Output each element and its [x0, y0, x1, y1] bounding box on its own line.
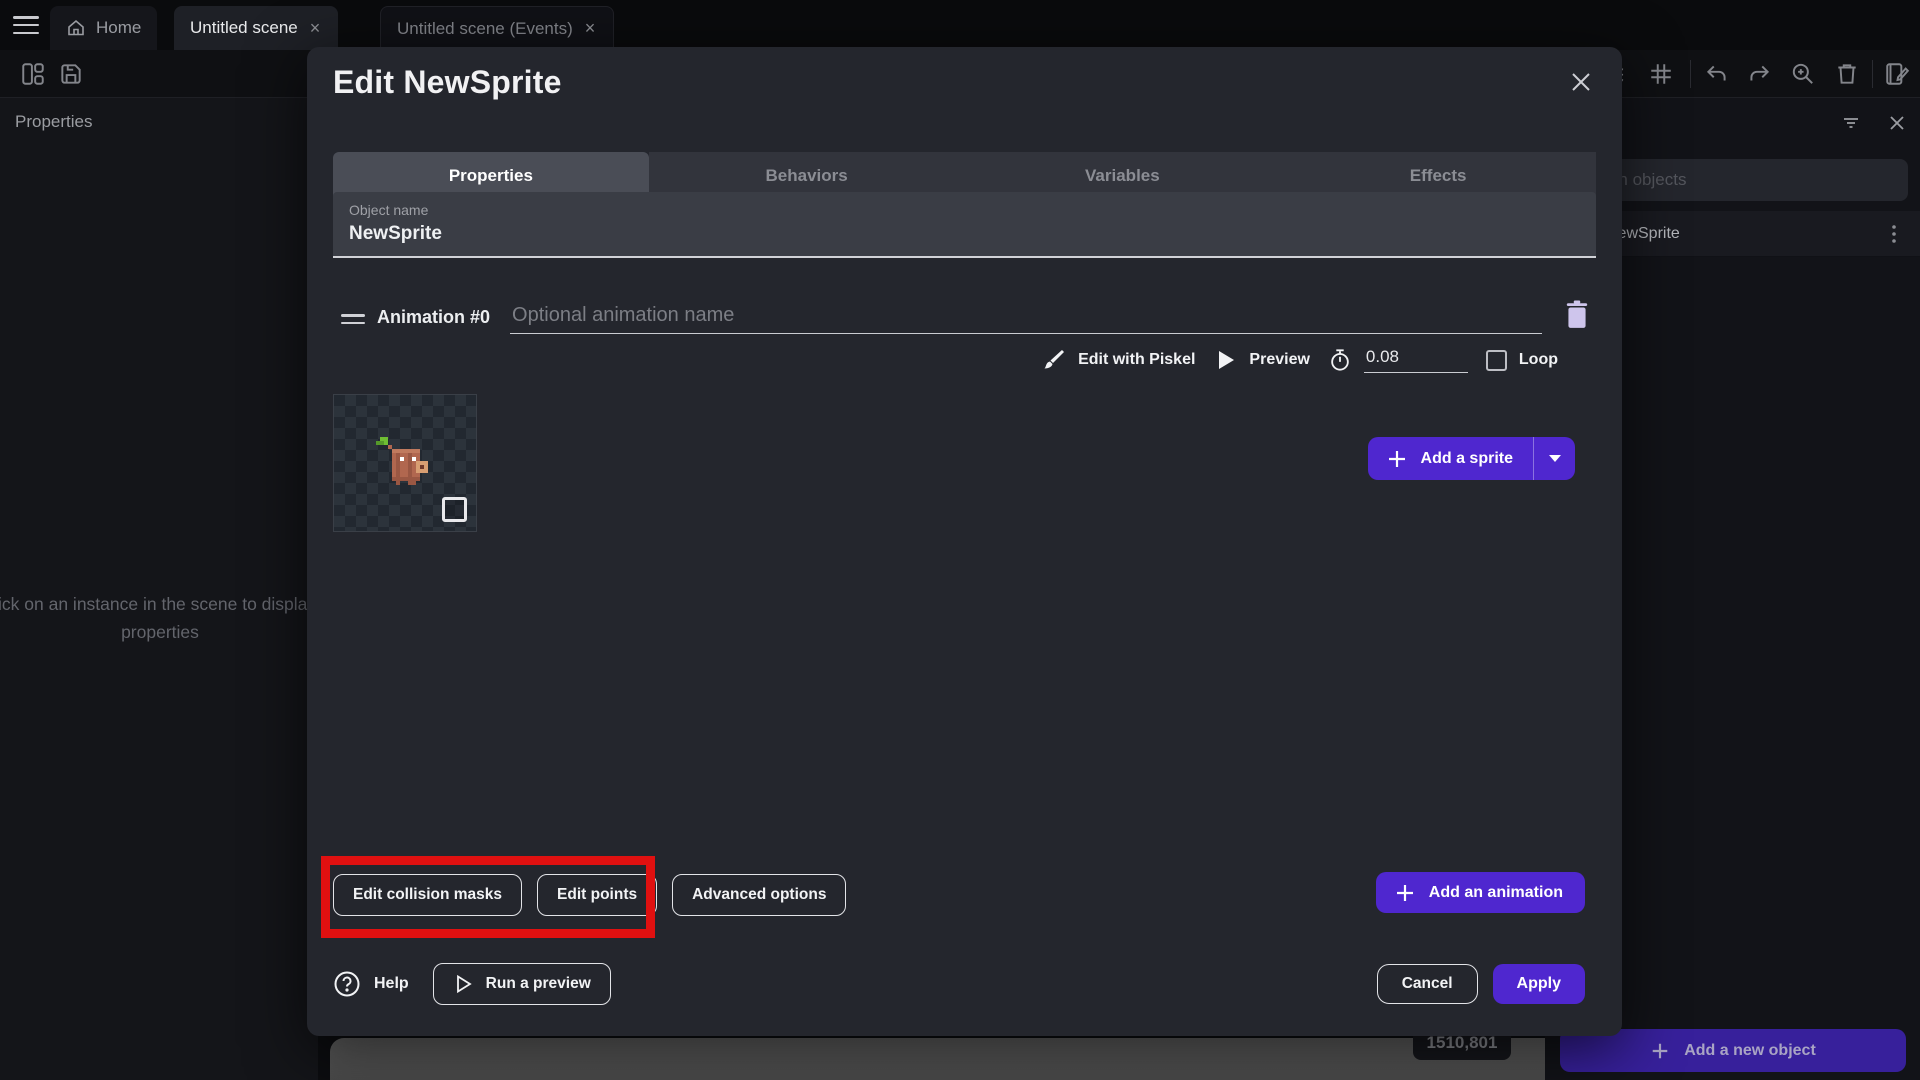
- tab-properties-label: Properties: [448, 166, 533, 185]
- add-new-object-label: Add a new object: [1684, 1041, 1816, 1059]
- edit-with-piskel-button[interactable]: Edit with Piskel: [1042, 348, 1195, 372]
- toolbar-divider: [1872, 60, 1873, 88]
- play-outline-icon: [456, 974, 472, 994]
- sprite-edit-actions: Edit collision masks Edit points Advance…: [333, 874, 847, 916]
- gdevelop-app: Home Untitled scene × Untitled scene (Ev…: [0, 0, 1920, 1080]
- plus-icon: [1652, 1043, 1668, 1058]
- animation-label: Animation #0: [377, 307, 491, 327]
- object-menu-icon[interactable]: [1884, 223, 1904, 245]
- chevron-down-icon: [1548, 455, 1561, 462]
- tab-variables-label: Variables: [1085, 166, 1160, 185]
- frame-duration-input[interactable]: [1363, 347, 1468, 373]
- time-between-frames: [1328, 347, 1468, 373]
- loop-label: Loop: [1518, 351, 1558, 368]
- help-icon: [334, 971, 360, 997]
- top-tab-bar: Home Untitled scene × Untitled scene (Ev…: [0, 0, 1920, 50]
- tab-home-label: Home: [96, 18, 142, 37]
- main-menu-icon[interactable]: [12, 13, 40, 37]
- tab-untitled-scene-events[interactable]: Untitled scene (Events) ×: [380, 6, 615, 50]
- properties-panel-title: Properties: [15, 112, 93, 131]
- tab-behaviors-label: Behaviors: [765, 166, 848, 185]
- toolbar-divider: [1690, 60, 1691, 88]
- edit-scene-properties-icon[interactable]: [1884, 61, 1910, 87]
- advanced-options-button[interactable]: Advanced options: [672, 874, 847, 916]
- edit-with-piskel-label: Edit with Piskel: [1078, 351, 1196, 368]
- tab-scene-close-icon[interactable]: ×: [308, 18, 323, 39]
- help-button[interactable]: Help: [333, 970, 409, 998]
- preview-button[interactable]: Preview: [1213, 348, 1310, 372]
- objects-panel-close-icon[interactable]: [1886, 112, 1908, 134]
- help-label: Help: [374, 975, 409, 992]
- loop-checkbox[interactable]: [1485, 349, 1507, 371]
- sprite-frame-thumbnail[interactable]: [333, 394, 477, 532]
- redo-icon[interactable]: [1746, 61, 1772, 87]
- properties-panel: Properties Click on an instance in the s…: [0, 97, 339, 1080]
- animation-row: Animation #0: [333, 294, 1596, 334]
- home-icon: [68, 19, 84, 36]
- brush-icon: [1044, 350, 1065, 369]
- delete-icon[interactable]: [1834, 61, 1860, 87]
- add-sprite-dropdown-button[interactable]: [1533, 437, 1575, 480]
- tab-events-label: Untitled scene (Events): [397, 18, 573, 38]
- run-preview-button[interactable]: Run a preview: [432, 963, 611, 1005]
- object-name-field-value: NewSprite: [349, 223, 442, 244]
- add-sprite-button[interactable]: Add a sprite: [1368, 437, 1533, 480]
- cursor-coordinates: 1510,801: [1426, 1033, 1498, 1052]
- animation-tools-row: Edit with Piskel Preview Loop: [1042, 342, 1558, 378]
- object-name-field-label: Object name: [349, 202, 429, 218]
- frame-select-checkbox[interactable]: [442, 497, 467, 522]
- zoom-in-icon[interactable]: [1790, 61, 1816, 87]
- tab-untitled-scene[interactable]: Untitled scene ×: [174, 6, 339, 50]
- plus-icon: [1388, 450, 1405, 467]
- tab-home[interactable]: Home: [50, 6, 158, 50]
- edit-object-dialog: Edit NewSprite Properties Behaviors Vari…: [307, 47, 1622, 1036]
- apply-button[interactable]: Apply: [1492, 964, 1585, 1004]
- dialog-close-icon[interactable]: [1568, 69, 1594, 95]
- dialog-footer: Help Run a preview Cancel Apply: [333, 963, 1585, 1005]
- preview-label: Preview: [1249, 351, 1310, 368]
- properties-empty-message: Click on an instance in the scene to dis…: [0, 594, 339, 642]
- edit-points-button[interactable]: Edit points: [537, 874, 658, 916]
- stopwatch-icon: [1331, 349, 1349, 371]
- plus-icon: [1396, 884, 1413, 901]
- edit-collision-masks-button[interactable]: Edit collision masks: [333, 874, 523, 916]
- drag-handle-icon[interactable]: [341, 312, 365, 326]
- filter-icon[interactable]: [1840, 112, 1862, 134]
- pig-sprite-image: [376, 437, 428, 485]
- add-animation-button[interactable]: Add an animation: [1375, 872, 1585, 913]
- object-name-field[interactable]: Object name NewSprite: [333, 192, 1596, 258]
- loop-toggle: Loop: [1485, 349, 1558, 371]
- add-sprite-split-button: Add a sprite: [1367, 437, 1575, 480]
- dialog-title: Edit NewSprite: [333, 64, 562, 100]
- add-animation-label: Add an animation: [1428, 883, 1563, 901]
- save-icon[interactable]: [58, 61, 84, 87]
- undo-icon[interactable]: [1704, 61, 1730, 87]
- add-sprite-label: Add a sprite: [1420, 449, 1513, 467]
- animation-name-input[interactable]: [510, 304, 1542, 334]
- scene-canvas[interactable]: [330, 1038, 1545, 1080]
- grid-icon[interactable]: [1648, 61, 1674, 87]
- toggle-panels-icon[interactable]: [20, 61, 46, 87]
- play-icon: [1219, 351, 1235, 369]
- cancel-button[interactable]: Cancel: [1376, 964, 1478, 1004]
- delete-animation-icon[interactable]: [1564, 300, 1590, 330]
- tab-scene-label: Untitled scene: [190, 18, 298, 37]
- tab-events-close-icon[interactable]: ×: [583, 18, 598, 39]
- run-preview-label: Run a preview: [485, 975, 591, 992]
- tab-effects-label: Effects: [1409, 166, 1467, 185]
